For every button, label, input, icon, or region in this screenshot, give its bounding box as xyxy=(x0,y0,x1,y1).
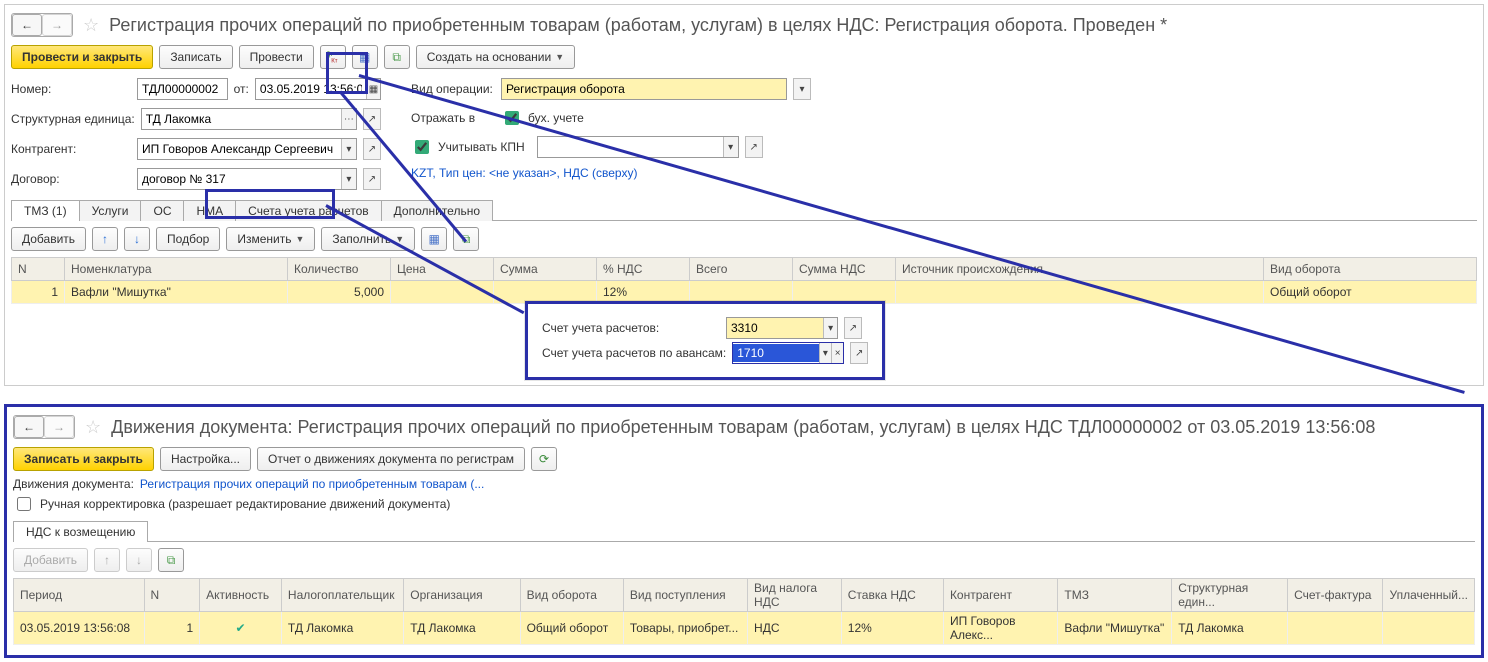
docline-label: Движения документа: xyxy=(13,477,134,491)
counterparty-label: Контрагент: xyxy=(11,142,131,156)
acc2-clear-button[interactable]: × xyxy=(831,343,843,363)
reflect-label: Отражать в xyxy=(411,111,495,125)
structure-icon-button[interactable]: ⧉ xyxy=(384,45,410,69)
favorite-star-icon[interactable]: ☆ xyxy=(83,15,99,36)
movements-panel: ← → ☆ Движения документа: Регистрация пр… xyxy=(4,404,1484,658)
top-titlebar: ← → ☆ Регистрация прочих операций по при… xyxy=(11,9,1477,45)
accounts-popup: Счет учета расчетов: ▾ ↗ Счет учета расч… xyxy=(525,301,885,380)
nav-back-button[interactable]: ← xyxy=(14,416,44,438)
tab-nma[interactable]: НМА xyxy=(183,200,236,221)
move-down-button: ↓ xyxy=(126,548,152,572)
acc2-open-button[interactable]: ↗ xyxy=(850,342,868,364)
movements-title: Движения документа: Регистрация прочих о… xyxy=(111,417,1375,438)
bottom-toolbar: Записать и закрыть Настройка... Отчет о … xyxy=(13,447,1475,471)
counterparty-input[interactable] xyxy=(138,140,341,158)
grid-settings-button[interactable]: ▦ xyxy=(421,227,447,251)
save-and-close-button[interactable]: Записать и закрыть xyxy=(13,447,154,471)
optype-input[interactable] xyxy=(502,80,786,98)
acc1-input[interactable] xyxy=(727,319,823,337)
svg-text:Кт: Кт xyxy=(331,57,338,64)
tab-accounts[interactable]: Счета учета расчетов xyxy=(235,200,381,221)
reflect-acc-label: бух. учете xyxy=(528,111,584,125)
kpn-dropdown-button[interactable]: ▾ xyxy=(723,137,738,157)
move-up-button: ↑ xyxy=(94,548,120,572)
move-up-button[interactable]: ↑ xyxy=(92,227,118,251)
org-label: Структурная единица: xyxy=(11,112,135,126)
refresh-icon-button[interactable]: ⟳ xyxy=(531,447,557,471)
tab-tmz[interactable]: ТМЗ (1) xyxy=(11,200,80,221)
page-title: Регистрация прочих операций по приобрете… xyxy=(109,15,1167,36)
movements-grid[interactable]: Период N Активность Налогоплательщик Орг… xyxy=(13,578,1475,645)
dtkt-button[interactable]: ДтКт xyxy=(320,45,346,69)
org-ellipsis-button[interactable]: ⋯ xyxy=(341,109,356,129)
grid-export-button[interactable]: ⧉ xyxy=(158,548,184,572)
report-icon-button[interactable]: ▦ xyxy=(352,45,378,69)
number-label: Номер: xyxy=(11,82,131,96)
manual-edit-checkbox[interactable] xyxy=(17,497,31,511)
date-input[interactable] xyxy=(256,80,366,98)
manual-edit-label: Ручная корректировка (разрешает редактир… xyxy=(40,497,450,511)
optype-dropdown-button[interactable]: ▾ xyxy=(793,78,811,100)
date-label: от: xyxy=(234,82,249,96)
contract-label: Договор: xyxy=(11,172,131,186)
add-row-button: Добавить xyxy=(13,548,88,572)
bottom-grid-toolbar: Добавить ↑ ↓ ⧉ xyxy=(13,548,1475,572)
docline-link[interactable]: Регистрация прочих операций по приобрете… xyxy=(140,477,484,491)
favorite-star-icon[interactable]: ☆ xyxy=(85,417,101,438)
top-tabs: ТМЗ (1) Услуги ОС НМА Счета учета расчет… xyxy=(11,199,1477,221)
kpn-open-button[interactable]: ↗ xyxy=(745,136,763,158)
edit-button[interactable]: Изменить▼ xyxy=(226,227,315,251)
nav-back-button[interactable]: ← xyxy=(12,14,42,36)
bottom-tabs: НДС к возмещению xyxy=(13,520,1475,542)
post-and-close-button[interactable]: Провести и закрыть xyxy=(11,45,153,69)
tab-services[interactable]: Услуги xyxy=(79,200,142,221)
acc2-input[interactable] xyxy=(733,344,818,362)
tab-os[interactable]: ОС xyxy=(140,200,184,221)
kpn-label: Учитывать КПН xyxy=(438,140,525,154)
post-button[interactable]: Провести xyxy=(239,45,314,69)
acc2-label: Счет учета расчетов по авансам: xyxy=(542,346,726,360)
price-info[interactable]: KZT, Тип цен: <не указан>, НДС (сверху) xyxy=(411,166,637,180)
nav-forward-button: → xyxy=(42,14,72,36)
contract-input[interactable] xyxy=(138,170,341,188)
counterparty-dropdown-button[interactable]: ▾ xyxy=(341,139,356,159)
org-input[interactable] xyxy=(142,110,341,128)
contract-open-button[interactable]: ↗ xyxy=(363,168,381,190)
add-row-button[interactable]: Добавить xyxy=(11,227,86,251)
acc1-open-button[interactable]: ↗ xyxy=(844,317,862,339)
acc1-label: Счет учета расчетов: xyxy=(542,321,720,335)
top-form-panel: ← → ☆ Регистрация прочих операций по при… xyxy=(4,4,1484,386)
bottom-titlebar: ← → ☆ Движения документа: Регистрация пр… xyxy=(13,411,1475,447)
grid-toolbar: Добавить ↑ ↓ Подбор Изменить▼ Заполнить▼… xyxy=(11,227,1477,251)
top-toolbar: Провести и закрыть Записать Провести ДтК… xyxy=(11,45,1477,69)
kpn-checkbox[interactable] xyxy=(415,140,429,154)
acc2-dropdown-button[interactable]: ▾ xyxy=(819,343,831,363)
tmz-grid[interactable]: N Номенклатура Количество Цена Сумма % Н… xyxy=(11,257,1477,304)
number-input[interactable] xyxy=(138,80,227,98)
save-button[interactable]: Записать xyxy=(159,45,232,69)
create-based-on-button[interactable]: Создать на основании▼ xyxy=(416,45,575,69)
active-check-icon: ✔ xyxy=(236,621,246,635)
tab-additional[interactable]: Дополнительно xyxy=(381,200,493,221)
tab-vat-refund[interactable]: НДС к возмещению xyxy=(13,521,148,542)
counterparty-open-button[interactable]: ↗ xyxy=(363,138,381,160)
pick-button[interactable]: Подбор xyxy=(156,227,220,251)
move-down-button[interactable]: ↓ xyxy=(124,227,150,251)
table-row[interactable]: 03.05.2019 13:56:08 1 ✔ ТД Лакомка ТД Ла… xyxy=(14,612,1475,645)
movements-report-button[interactable]: Отчет о движениях документа по регистрам xyxy=(257,447,525,471)
nav-forward-button: → xyxy=(44,416,74,438)
settings-button[interactable]: Настройка... xyxy=(160,447,251,471)
contract-dropdown-button[interactable]: ▾ xyxy=(341,169,356,189)
acc1-dropdown-button[interactable]: ▾ xyxy=(823,318,837,338)
